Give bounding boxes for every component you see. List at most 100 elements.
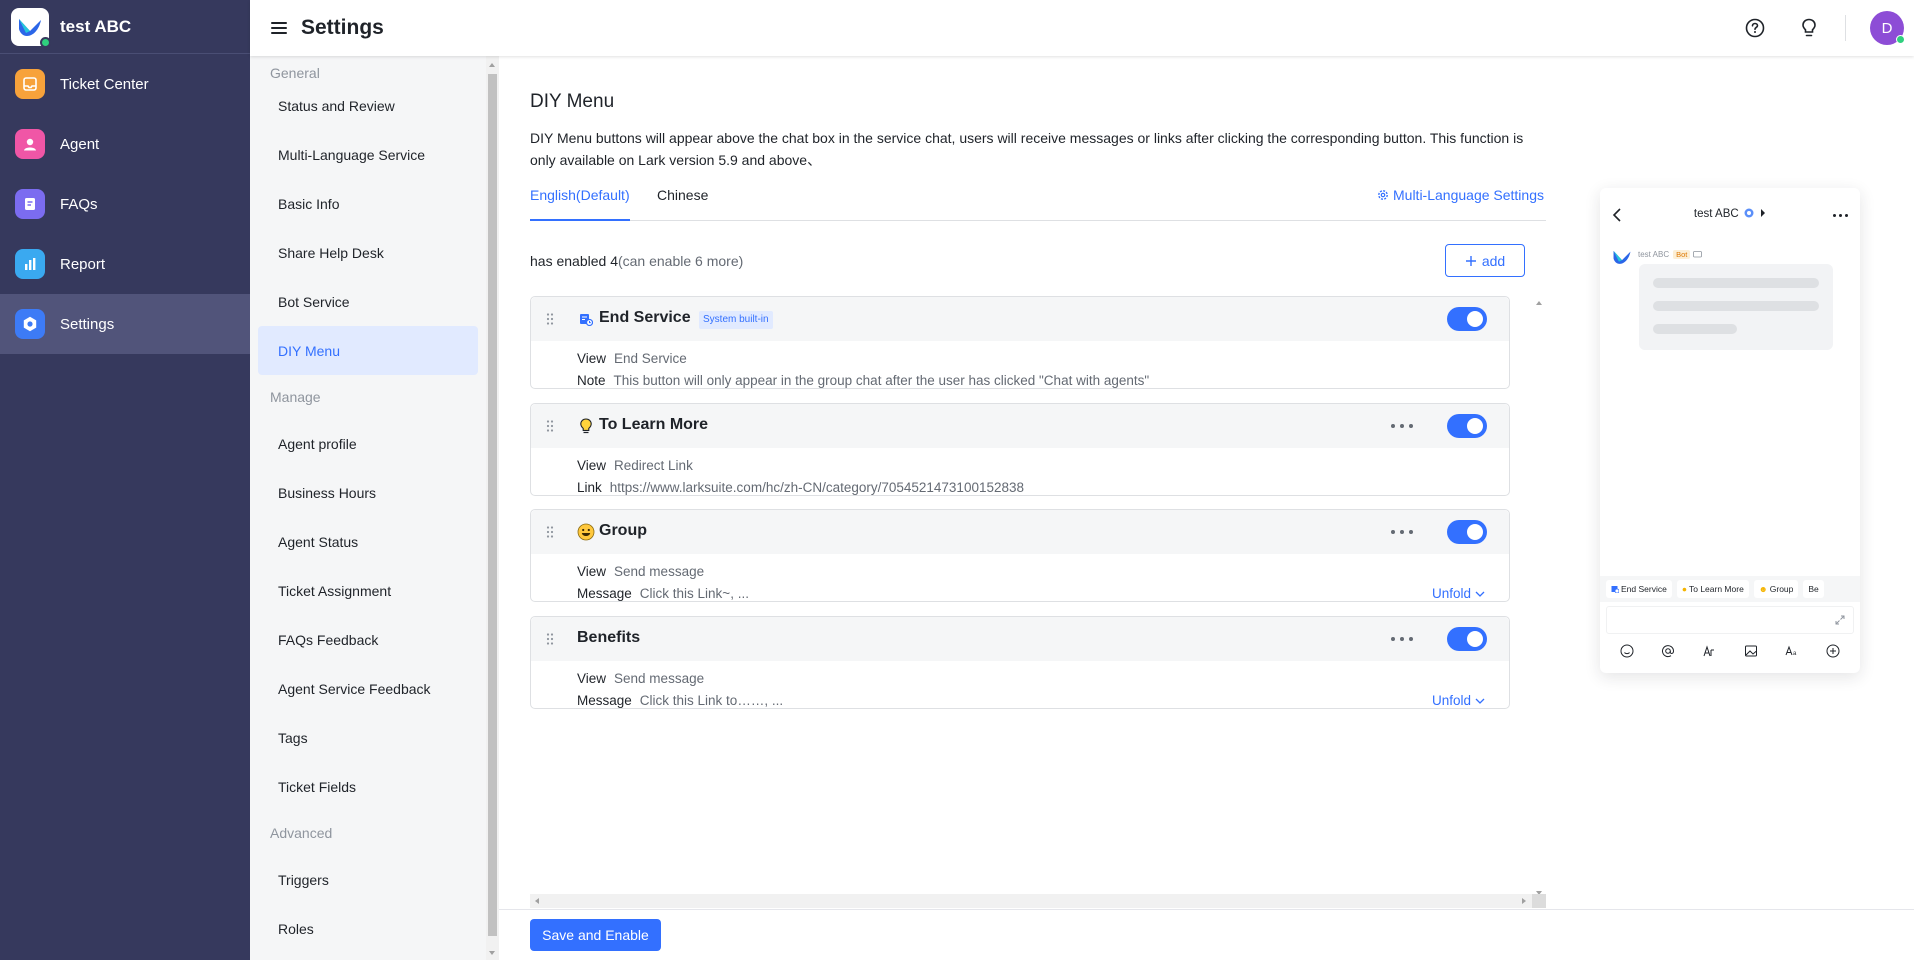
preview-input-box (1606, 606, 1854, 634)
submenu-item-share-help-desk[interactable]: Share Help Desk (258, 228, 478, 277)
card-detail-row: View Send message (577, 564, 704, 579)
save-and-enable-button[interactable]: Save and Enable (530, 919, 661, 951)
agent-icon (15, 129, 45, 159)
nav-item-label: Report (60, 255, 106, 273)
card-header: End Service System built-in (531, 297, 1509, 341)
page-title: Settings (301, 16, 384, 39)
scroll-left-arrow-icon[interactable] (535, 898, 539, 904)
lightbulb-icon (577, 417, 595, 435)
add-button[interactable]: add (1445, 244, 1525, 277)
unfold-link[interactable]: Unfold (1432, 586, 1485, 601)
drag-handle-icon[interactable] (545, 525, 555, 539)
drag-handle-icon[interactable] (545, 632, 555, 646)
menu-card-to-learn-more: To Learn More View Redirect Link Link https:… (530, 403, 1510, 496)
enabled-remaining: (can enable 6 more) (617, 253, 744, 269)
submenu-item-agent-service-feedback[interactable]: Agent Service Feedback (258, 664, 478, 713)
card-title: To Learn More (599, 416, 709, 433)
submenu-item-bot-service[interactable]: Bot Service (258, 277, 478, 326)
drag-handle-icon[interactable] (545, 312, 555, 326)
scroll-up-arrow-icon[interactable] (1536, 301, 1542, 305)
drag-handle-icon[interactable] (545, 419, 555, 433)
row-value: Click this Link~, ... (639, 586, 749, 601)
preview-sender: test ABC Bot (1638, 250, 1703, 259)
cards-scrollbar[interactable] (1532, 296, 1546, 900)
nav-item-agent[interactable]: Agent (0, 114, 250, 174)
horizontal-scrollbar[interactable] (530, 894, 1546, 908)
submenu-item-diy-menu[interactable]: DIY Menu (258, 326, 478, 375)
brand[interactable]: test ABC (0, 0, 250, 54)
scroll-corner (1532, 894, 1546, 908)
submenu-item-tags[interactable]: Tags (258, 713, 478, 762)
ticket-icon (15, 69, 45, 99)
nav-item-faqs[interactable]: FAQs (0, 174, 250, 234)
preview-button-label: Be (1808, 584, 1819, 594)
row-label: View (577, 351, 607, 366)
submenu-item-ticket-fields[interactable]: Ticket Fields (258, 762, 478, 811)
nav-item-report[interactable]: Report (0, 234, 250, 294)
end-service-icon (577, 310, 595, 328)
placeholder-line (1653, 301, 1819, 311)
footer-bar: Save and Enable (499, 909, 1914, 960)
scroll-down-arrow-icon[interactable] (489, 951, 495, 955)
more-options-icon[interactable] (1391, 424, 1413, 430)
preview-title: test ABC (1600, 208, 1860, 220)
lightbulb-icon[interactable] (1797, 16, 1821, 40)
card-detail-row: Link https://www.larksuite.com/hc/zh-CN/c… (577, 480, 1024, 495)
submenu-item-roles[interactable]: Roles (258, 904, 478, 953)
lightbulb-icon: ● (1681, 584, 1687, 594)
online-status-dot (1896, 35, 1905, 44)
row-label: View (577, 671, 607, 686)
submenu-group-title: General (270, 65, 320, 81)
row-label: View (577, 458, 607, 473)
submenu-item-basic-info[interactable]: Basic Info (258, 179, 478, 228)
submenu-item-business-hours[interactable]: Business Hours (258, 468, 478, 517)
main-nav: test ABC Ticket Center Agent FAQs Report Set… (0, 0, 250, 960)
settings-icon (15, 309, 45, 339)
hamburger-menu-icon[interactable] (269, 18, 289, 38)
submenu-item-status-and-review[interactable]: Status and Review (258, 81, 478, 130)
card-title: Group (599, 522, 647, 539)
more-options-icon[interactable] (1391, 530, 1413, 536)
menu-card-end-service: End Service System built-in View End Servic… (530, 296, 1510, 389)
image-icon (1743, 643, 1759, 659)
menu-cards-list: End Service System built-in View End Servic… (530, 296, 1546, 900)
submenu-item-faqs-feedback[interactable]: FAQs Feedback (258, 615, 478, 664)
enabled-prefix: has enabled (530, 253, 611, 269)
card-title: Benefits (577, 629, 641, 646)
row-label: Message (577, 586, 632, 601)
tab-chinese[interactable]: Chinese (657, 180, 708, 221)
header-divider (1845, 15, 1846, 41)
enable-toggle[interactable] (1447, 414, 1487, 438)
bot-avatar-icon (1613, 250, 1631, 264)
chevron-down-icon (1475, 698, 1485, 704)
enable-toggle[interactable] (1447, 307, 1487, 331)
app-logo-icon (11, 7, 51, 48)
enable-toggle[interactable] (1447, 627, 1487, 651)
enable-toggle[interactable] (1447, 520, 1487, 544)
submenu-item-agent-profile[interactable]: Agent profile (258, 419, 478, 468)
more-options-icon[interactable] (1391, 637, 1413, 643)
card-header: To Learn More (531, 404, 1509, 448)
tab-english[interactable]: English(Default) (530, 180, 630, 221)
user-avatar[interactable]: D (1870, 11, 1905, 45)
scroll-right-arrow-icon[interactable] (1522, 898, 1526, 904)
nav-item-settings[interactable]: Settings (0, 294, 250, 354)
expand-icon (1835, 615, 1845, 625)
system-built-in-badge: System built-in (699, 311, 773, 329)
submenu-item-triggers[interactable]: Triggers (258, 855, 478, 904)
scroll-up-arrow-icon[interactable] (489, 63, 495, 67)
submenu-scrollbar[interactable] (486, 56, 499, 960)
submenu-item-multi-language-service[interactable]: Multi-Language Service (258, 130, 478, 179)
submenu-item-agent-status[interactable]: Agent Status (258, 517, 478, 566)
top-header: Settings D (250, 0, 1914, 56)
submenu-item-ticket-assignment[interactable]: Ticket Assignment (258, 566, 478, 615)
card-header: Benefits (531, 617, 1509, 661)
help-icon[interactable] (1743, 16, 1767, 40)
nav-item-label: Agent (60, 135, 100, 153)
nav-item-ticket-center[interactable]: Ticket Center (0, 54, 250, 114)
scroll-thumb[interactable] (488, 74, 497, 936)
multi-language-settings-link[interactable]: Multi-Language Settings (1377, 180, 1544, 210)
unfold-link[interactable]: Unfold (1432, 693, 1485, 708)
row-value: Redirect Link (614, 458, 693, 473)
preview-button-end-service: End Service (1606, 580, 1672, 598)
